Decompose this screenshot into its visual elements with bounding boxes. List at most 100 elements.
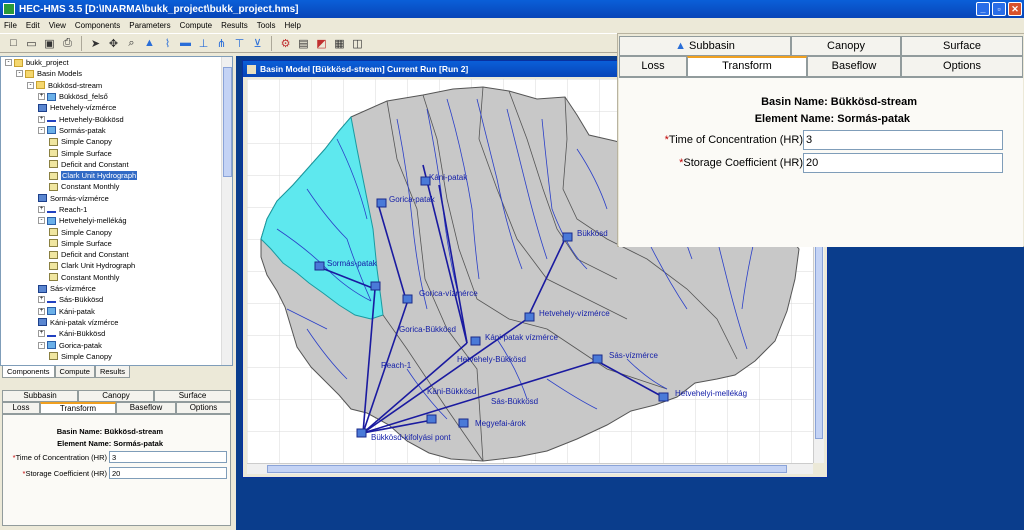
storage-coefficient-input[interactable]: 20: [109, 467, 227, 479]
map-label-hetvehely-vizmerce[interactable]: Hetvehely-vízmérce: [539, 309, 610, 318]
storage-coefficient-input-large[interactable]: 20: [803, 153, 1003, 173]
map-label-sormas-patak[interactable]: Sormás-patak: [327, 259, 377, 268]
gorica-vizmerce-junction-icon[interactable]: [402, 294, 413, 304]
minimize-button[interactable]: _: [976, 2, 990, 16]
zoom-icon[interactable]: ⌕: [124, 36, 139, 51]
sas-vizmerce-junction-icon[interactable]: [592, 354, 603, 364]
bukkosd-subbasin-icon[interactable]: [562, 232, 573, 242]
reservoir-tool-icon[interactable]: ▬: [178, 36, 193, 51]
junction-tool-icon[interactable]: ⊥: [196, 36, 211, 51]
tab-options[interactable]: Options: [901, 56, 1023, 77]
tree-item[interactable]: Clark Unit Hydrograph: [1, 170, 221, 181]
map-label-reach-1[interactable]: Reach-1: [381, 361, 411, 370]
tree-item[interactable]: - bukk_project: [1, 57, 221, 68]
tree-item[interactable]: + Reach-1: [1, 204, 221, 215]
tab-loss[interactable]: Loss: [619, 56, 687, 77]
tab-transform[interactable]: Transform: [687, 56, 807, 77]
diversion-tool-icon[interactable]: ⋔: [214, 36, 229, 51]
sormas-vizmerce-junction-icon[interactable]: [370, 281, 381, 291]
tab-subbasin[interactable]: ▲ Subbasin: [619, 36, 791, 56]
tree-item[interactable]: + Káni-Bükkösd: [1, 328, 221, 339]
menu-help[interactable]: Help: [284, 21, 300, 30]
tab-compute[interactable]: Compute: [54, 366, 95, 378]
map-label-sas-bukkosd[interactable]: Sás-Bükkösd: [491, 397, 538, 406]
sink-tool-icon[interactable]: ⊻: [250, 36, 265, 51]
map-horizontal-scrollbar[interactable]: [247, 463, 813, 474]
map-label-kani-patak[interactable]: Káni-patak: [429, 173, 467, 182]
expand-icon[interactable]: +: [38, 93, 45, 101]
tree-item[interactable]: + Hetvehely-Bükkösd: [1, 113, 221, 124]
collapse-icon[interactable]: -: [38, 126, 45, 134]
tree-item[interactable]: Hetvehely-vízmérce: [1, 102, 221, 113]
tree-item[interactable]: - Bükkösd-stream: [1, 80, 221, 91]
tree-item[interactable]: + Káni-patak: [1, 306, 221, 317]
menu-tools[interactable]: Tools: [257, 21, 276, 30]
map-label-gorica-patak[interactable]: Gorica-patak: [389, 195, 435, 204]
tree-item[interactable]: - Basin Models: [1, 68, 221, 79]
tree-item[interactable]: Clark Unit Hydrograph: [1, 260, 221, 271]
menu-view[interactable]: View: [49, 21, 66, 30]
tree-item[interactable]: Sormás-vízmérce: [1, 193, 221, 204]
map-label-kani-patak-vizmerce[interactable]: Káni-patak vízmérce: [485, 333, 558, 342]
expand-icon[interactable]: +: [38, 330, 45, 338]
tab-components[interactable]: Components: [2, 366, 55, 378]
time-series-icon[interactable]: ◫: [350, 36, 365, 51]
map-label-megyefai-arok[interactable]: Megyefai-árok: [475, 419, 526, 428]
toc-input[interactable]: 3: [109, 451, 227, 463]
tree-item[interactable]: - Hetvehelyi-mellékág: [1, 215, 221, 226]
open-icon[interactable]: ▭: [24, 36, 39, 51]
map-label-gorica-bukkosd[interactable]: Gorica-Bükkösd: [399, 325, 456, 334]
map-label-hetvehely-bukkosd[interactable]: Hetvehely-Bükkösd: [457, 355, 526, 364]
tree-item[interactable]: - Gorica-patak: [1, 339, 221, 350]
tree-item[interactable]: Constant Monthly: [1, 272, 221, 283]
expand-icon[interactable]: +: [38, 307, 45, 315]
tree-item[interactable]: Simple Canopy: [1, 226, 221, 237]
move-icon[interactable]: ✥: [106, 36, 121, 51]
subbasin-tool-icon[interactable]: ▲: [142, 36, 157, 51]
menu-parameters[interactable]: Parameters: [129, 21, 170, 30]
tab-canopy-small[interactable]: Canopy: [78, 390, 154, 402]
tab-baseflow-small[interactable]: Baseflow: [116, 402, 176, 414]
tree-item[interactable]: - Sormás-patak: [1, 125, 221, 136]
print-icon[interactable]: ⎙: [60, 36, 75, 51]
maximize-button[interactable]: ▫: [992, 2, 1006, 16]
expand-icon[interactable]: +: [38, 206, 45, 213]
map-label-kani-bukkosd[interactable]: Káni-Bükkösd: [427, 387, 476, 396]
collapse-icon[interactable]: -: [27, 81, 34, 89]
tab-subbasin-small[interactable]: Subbasin: [2, 390, 78, 402]
collapse-icon[interactable]: -: [16, 70, 23, 78]
collapse-icon[interactable]: -: [38, 341, 45, 349]
tree-item[interactable]: + Bükkösd_felső: [1, 91, 221, 102]
menu-results[interactable]: Results: [221, 21, 248, 30]
tab-baseflow[interactable]: Baseflow: [807, 56, 901, 77]
menu-file[interactable]: File: [4, 21, 17, 30]
outlet-sink-icon[interactable]: [356, 428, 367, 438]
tree-scrollbar[interactable]: [221, 57, 232, 365]
megyefai-arok-subbasin-icon[interactable]: [458, 418, 469, 428]
new-icon[interactable]: □: [6, 36, 21, 51]
hetvehely-vizmerce-junction-icon[interactable]: [524, 312, 535, 322]
tree-item[interactable]: Sás-vízmérce: [1, 283, 221, 294]
tab-transform-small[interactable]: Transform: [40, 402, 116, 414]
map-label-kifolyasi-pont[interactable]: Bükkösd-kifolyási pont: [371, 433, 451, 442]
collapse-icon[interactable]: -: [5, 59, 12, 67]
tree-item[interactable]: Deficit and Constant: [1, 249, 221, 260]
gorica-patak-subbasin-icon[interactable]: [376, 198, 387, 208]
tree-item[interactable]: Simple Canopy: [1, 136, 221, 147]
menu-compute[interactable]: Compute: [180, 21, 212, 30]
expand-icon[interactable]: +: [38, 115, 45, 123]
tree-item[interactable]: Deficit and Constant: [1, 159, 221, 170]
tree-item[interactable]: Simple Surface: [1, 147, 221, 158]
menu-components[interactable]: Components: [75, 21, 120, 30]
tab-options-small[interactable]: Options: [176, 402, 231, 414]
toc-input-large[interactable]: 3: [803, 130, 1003, 150]
sormas-patak-subbasin-icon[interactable]: [314, 261, 325, 271]
collapse-icon[interactable]: -: [38, 217, 45, 225]
reach-tool-icon[interactable]: ⌇: [160, 36, 175, 51]
tree-item[interactable]: Simple Surface: [1, 238, 221, 249]
hetvehelyi-mellekag-subbasin-icon[interactable]: [658, 392, 669, 402]
graph-icon[interactable]: ◩: [314, 36, 329, 51]
tab-surface-small[interactable]: Surface: [154, 390, 231, 402]
source-tool-icon[interactable]: ⊤: [232, 36, 247, 51]
map-label-hetvehelyi-mellekag[interactable]: Hetvehelyi-mellékág: [675, 389, 747, 398]
